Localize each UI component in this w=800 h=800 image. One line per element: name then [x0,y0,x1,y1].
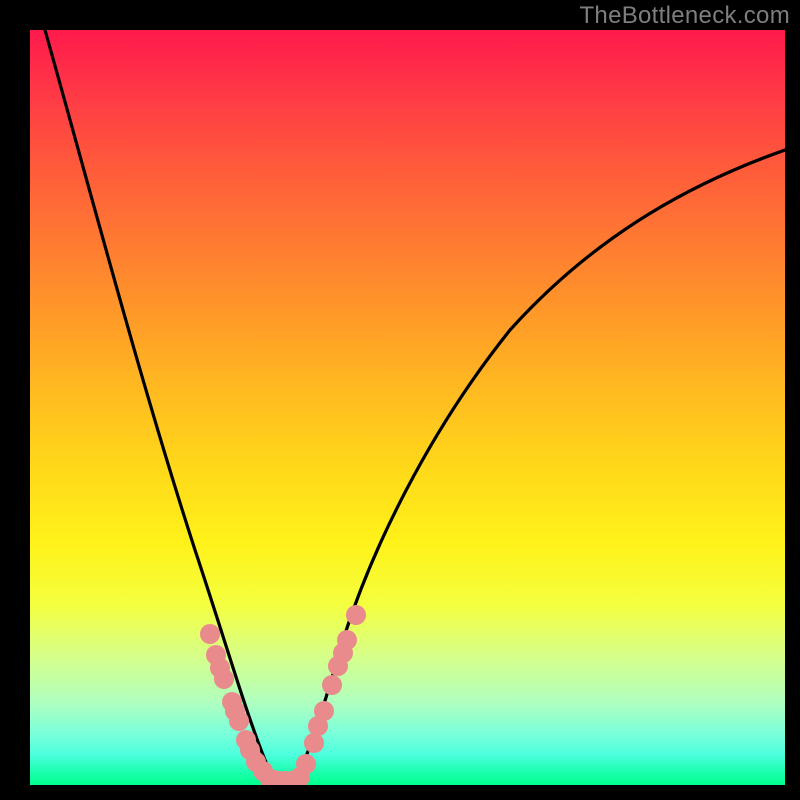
marker-dot [200,624,220,644]
watermark-text: TheBottleneck.com [579,2,790,30]
marker-dot [322,675,342,695]
marker-dot [304,733,324,753]
marker-dot [296,754,316,774]
chart-wrapper: TheBottleneck.com [0,0,800,800]
marker-dot [337,630,357,650]
marker-dot [346,605,366,625]
marker-layer [30,30,785,785]
marker-dot [314,701,334,721]
marker-dot [229,711,249,731]
marker-dot [214,669,234,689]
